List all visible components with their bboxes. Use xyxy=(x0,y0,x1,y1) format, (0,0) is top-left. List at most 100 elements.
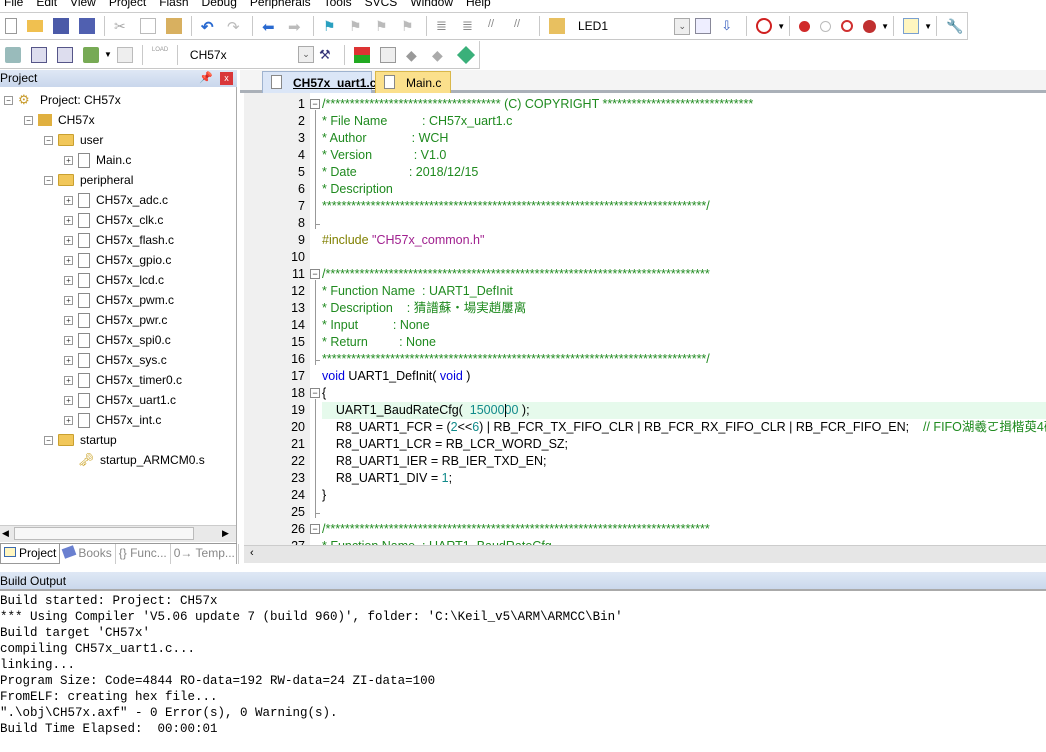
collapse-icon[interactable]: − xyxy=(44,435,53,445)
code-line[interactable] xyxy=(322,249,1046,266)
indent-icon[interactable]: ≣ xyxy=(436,18,452,34)
pin-icon[interactable]: 📌 xyxy=(199,70,213,87)
target-options-wand-icon[interactable]: ⚒ xyxy=(319,47,335,63)
stop-build-icon[interactable] xyxy=(116,46,133,63)
project-tab-books[interactable]: Books xyxy=(60,544,116,564)
menu-svcs[interactable]: SVCS xyxy=(361,0,407,10)
next-bookmark-icon[interactable]: ⚑ xyxy=(375,18,391,34)
menu-debug[interactable]: Debug xyxy=(198,0,246,10)
tree-item[interactable]: − user xyxy=(44,130,103,150)
find-in-files-icon[interactable] xyxy=(549,18,565,34)
tree-item[interactable]: − CH57x xyxy=(24,110,95,130)
prev-bookmark-icon[interactable]: ⚑ xyxy=(349,18,365,34)
find-combo[interactable]: LED1 xyxy=(570,16,674,36)
debug-dropdown[interactable]: ▼ xyxy=(777,22,785,31)
configuration-wrench-icon[interactable]: 🔧 xyxy=(946,18,963,34)
redo-icon[interactable]: ↷ xyxy=(227,18,243,36)
fold-collapse-icon[interactable]: − xyxy=(310,269,320,279)
tree-item[interactable]: + CH57x_uart1.c xyxy=(64,390,176,410)
run-time-environment-icon[interactable] xyxy=(456,45,476,64)
translate-icon[interactable] xyxy=(5,46,21,63)
expand-icon[interactable]: + xyxy=(64,155,73,165)
target-combo-dropdown[interactable]: ⌄ xyxy=(298,46,314,63)
editor-tab[interactable]: CH57x_uart1.c xyxy=(262,71,376,93)
save-icon[interactable] xyxy=(53,18,69,34)
tree-item[interactable]: + CH57x_pwm.c xyxy=(64,290,174,310)
tree-item[interactable]: + CH57x_lcd.c xyxy=(64,270,164,290)
bookmark-icon[interactable]: ⚑ xyxy=(323,18,339,34)
menu-window[interactable]: Window xyxy=(406,0,462,10)
code-line[interactable]: ****************************************… xyxy=(322,351,1046,368)
menu-tools[interactable]: Tools xyxy=(320,0,361,10)
code-line[interactable]: * Description : 猜譜蘇・場実趙屢离 xyxy=(322,300,1046,317)
code-line[interactable]: * Date : 2018/12/15 xyxy=(322,164,1046,181)
code-line[interactable]: * Return : None xyxy=(322,334,1046,351)
fold-collapse-icon[interactable]: − xyxy=(310,524,320,534)
incremental-find-icon[interactable]: ⇩ xyxy=(721,18,737,34)
select-packs-icon[interactable]: ◆ xyxy=(406,47,422,63)
find-combo-dropdown[interactable]: ⌄ xyxy=(674,17,691,35)
expand-icon[interactable]: + xyxy=(64,375,73,385)
project-tab-templates[interactable]: 0→ Temp... xyxy=(171,544,239,564)
code-line[interactable]: * Function Name : UART1_BaudRateCfg xyxy=(322,538,1046,545)
code-line[interactable]: ****************************************… xyxy=(322,198,1046,215)
menu-help[interactable]: Help xyxy=(462,0,500,10)
menu-flash[interactable]: Flash xyxy=(155,0,197,10)
kill-all-breakpoints-icon[interactable] xyxy=(863,19,877,33)
collapse-icon[interactable]: − xyxy=(24,115,33,125)
menu-edit[interactable]: Edit xyxy=(32,0,66,10)
tree-item[interactable]: 🗝 startup_ARMCM0.s xyxy=(64,450,205,470)
tree-item[interactable]: − peripheral xyxy=(44,170,133,190)
fold-collapse-icon[interactable]: − xyxy=(310,388,320,398)
menu-view[interactable]: View xyxy=(66,0,105,10)
code-line[interactable]: R8_UART1_FCR = (2<<6) | RB_FCR_TX_FIFO_C… xyxy=(322,419,1046,436)
code-line[interactable]: } xyxy=(322,487,1046,504)
manage-components-icon[interactable] xyxy=(354,46,370,63)
target-combo[interactable]: CH57x xyxy=(182,45,298,65)
code-line[interactable]: * Input : None xyxy=(322,317,1046,334)
window-layout-dropdown[interactable]: ▼ xyxy=(924,22,932,31)
expand-icon[interactable]: + xyxy=(64,215,73,225)
code-line[interactable]: /***************************************… xyxy=(322,266,1046,283)
tree-item[interactable]: + Main.c xyxy=(64,150,131,170)
code-line[interactable]: * Author : WCH xyxy=(322,130,1046,147)
code-line[interactable]: UART1_BaudRateCfg( 1500000 ); xyxy=(322,402,1046,419)
editor-tab[interactable]: Main.c xyxy=(375,71,451,93)
uncomment-icon[interactable]: // xyxy=(514,18,530,34)
batch-build-dropdown[interactable]: ▼ xyxy=(104,50,112,59)
disable-all-breakpoints-icon[interactable] xyxy=(841,20,854,32)
tree-item[interactable]: + CH57x_timer0.c xyxy=(64,370,182,390)
expand-icon[interactable]: + xyxy=(64,255,73,265)
tree-item[interactable]: + CH57x_sys.c xyxy=(64,350,167,370)
paste-icon[interactable] xyxy=(166,18,182,34)
tree-item[interactable]: + CH57x_flash.c xyxy=(64,230,174,250)
new-file-icon[interactable] xyxy=(5,18,17,34)
code-line[interactable]: R8_UART1_DIV = 1; xyxy=(322,470,1046,487)
scrollbar-thumb[interactable] xyxy=(14,527,194,540)
find-icon[interactable] xyxy=(695,18,712,34)
editor-horizontal-scrollbar[interactable]: ‹ xyxy=(244,545,1046,563)
scroll-left-arrow[interactable]: ◀ xyxy=(2,528,9,539)
tree-item[interactable]: − startup xyxy=(44,430,117,450)
expand-icon[interactable]: + xyxy=(64,195,73,205)
project-horizontal-scrollbar[interactable]: ◀ ▶ xyxy=(0,525,236,542)
code-line[interactable]: R8_UART1_LCR = RB_LCR_WORD_SZ; xyxy=(322,436,1046,453)
collapse-icon[interactable]: − xyxy=(44,175,53,185)
tree-item[interactable]: + CH57x_clk.c xyxy=(64,210,163,230)
code-line[interactable]: R8_UART1_IER = RB_IER_TXD_EN; xyxy=(322,453,1046,470)
batch-build-icon[interactable] xyxy=(83,46,99,63)
tree-item[interactable]: + CH57x_int.c xyxy=(64,410,161,430)
tree-item[interactable]: + CH57x_gpio.c xyxy=(64,250,171,270)
clear-bookmarks-icon[interactable]: ⚑ xyxy=(401,18,417,34)
undo-icon[interactable]: ↶ xyxy=(201,18,217,36)
scroll-left-arrow[interactable]: ‹ xyxy=(250,547,254,559)
download-load-icon[interactable]: LOAD xyxy=(152,47,168,63)
collapse-icon[interactable]: − xyxy=(4,95,13,105)
rebuild-icon[interactable] xyxy=(57,46,73,63)
breakpoints-dropdown[interactable]: ▼ xyxy=(881,22,889,31)
save-all-icon[interactable] xyxy=(79,18,95,34)
unindent-icon[interactable]: ≣ xyxy=(462,18,478,34)
navigate-forward-icon[interactable]: ➡ xyxy=(288,18,304,36)
file-extensions-icon[interactable] xyxy=(380,46,396,63)
menu-file[interactable]: File xyxy=(0,0,32,10)
